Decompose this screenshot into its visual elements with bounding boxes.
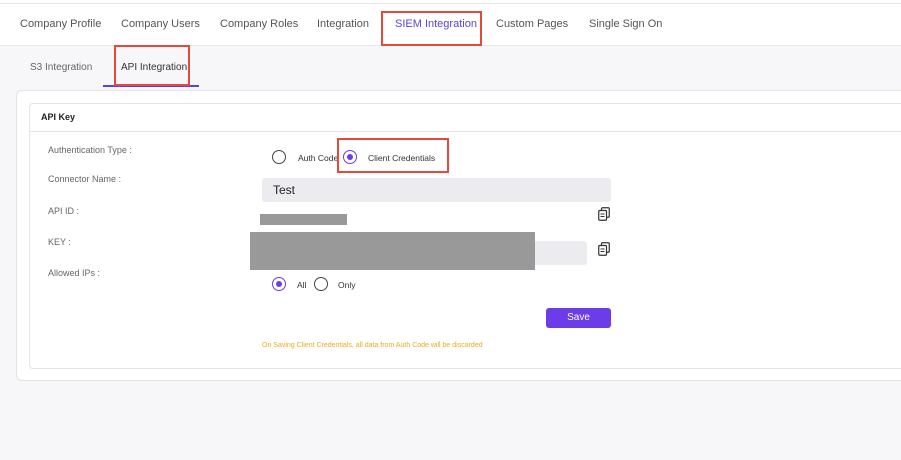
radio-auth-code[interactable] <box>272 150 286 164</box>
sub-tab-bar: S3 Integration API Integration <box>0 46 901 90</box>
active-subtab-indicator <box>103 85 199 87</box>
radio-ips-all[interactable] <box>272 277 286 291</box>
tab-siem-integration[interactable]: SIEM Integration <box>395 4 477 45</box>
save-button[interactable]: Save <box>546 308 611 328</box>
radio-auth-code-label: Auth Code <box>298 153 339 163</box>
radio-ips-only[interactable] <box>314 277 328 291</box>
warning-message: On Saving Client Credentials, all data f… <box>262 342 483 349</box>
copy-icon[interactable] <box>598 242 610 256</box>
tab-company-users[interactable]: Company Users <box>121 4 200 45</box>
subtab-api-integration[interactable]: API Integration <box>121 46 187 90</box>
radio-client-credentials[interactable] <box>343 150 357 164</box>
connector-name-label: Connector Name : <box>48 174 122 184</box>
tab-company-profile[interactable]: Company Profile <box>20 4 101 45</box>
tab-single-sign-on[interactable]: Single Sign On <box>589 4 662 45</box>
section-title: API Key <box>41 112 76 122</box>
tab-custom-pages[interactable]: Custom Pages <box>496 4 568 45</box>
tab-integration[interactable]: Integration <box>317 4 369 45</box>
main-tab-bar: Company Profile Company Users Company Ro… <box>0 4 901 46</box>
connector-name-input[interactable]: Test <box>262 178 611 202</box>
radio-ips-only-label: Only <box>338 280 356 290</box>
radio-ips-all-label: All <box>297 280 307 290</box>
api-id-redacted <box>260 214 347 225</box>
api-id-label: API ID : <box>48 206 80 216</box>
radio-client-credentials-label: Client Credentials <box>368 153 436 163</box>
key-redacted <box>250 232 535 270</box>
tab-company-roles[interactable]: Company Roles <box>220 4 298 45</box>
subtab-s3-integration[interactable]: S3 Integration <box>30 46 92 90</box>
allowed-ips-label: Allowed IPs : <box>48 268 101 278</box>
api-key-header <box>29 103 901 132</box>
copy-icon[interactable] <box>598 207 610 221</box>
auth-type-label: Authentication Type : <box>48 145 132 155</box>
key-label: KEY : <box>48 237 71 247</box>
